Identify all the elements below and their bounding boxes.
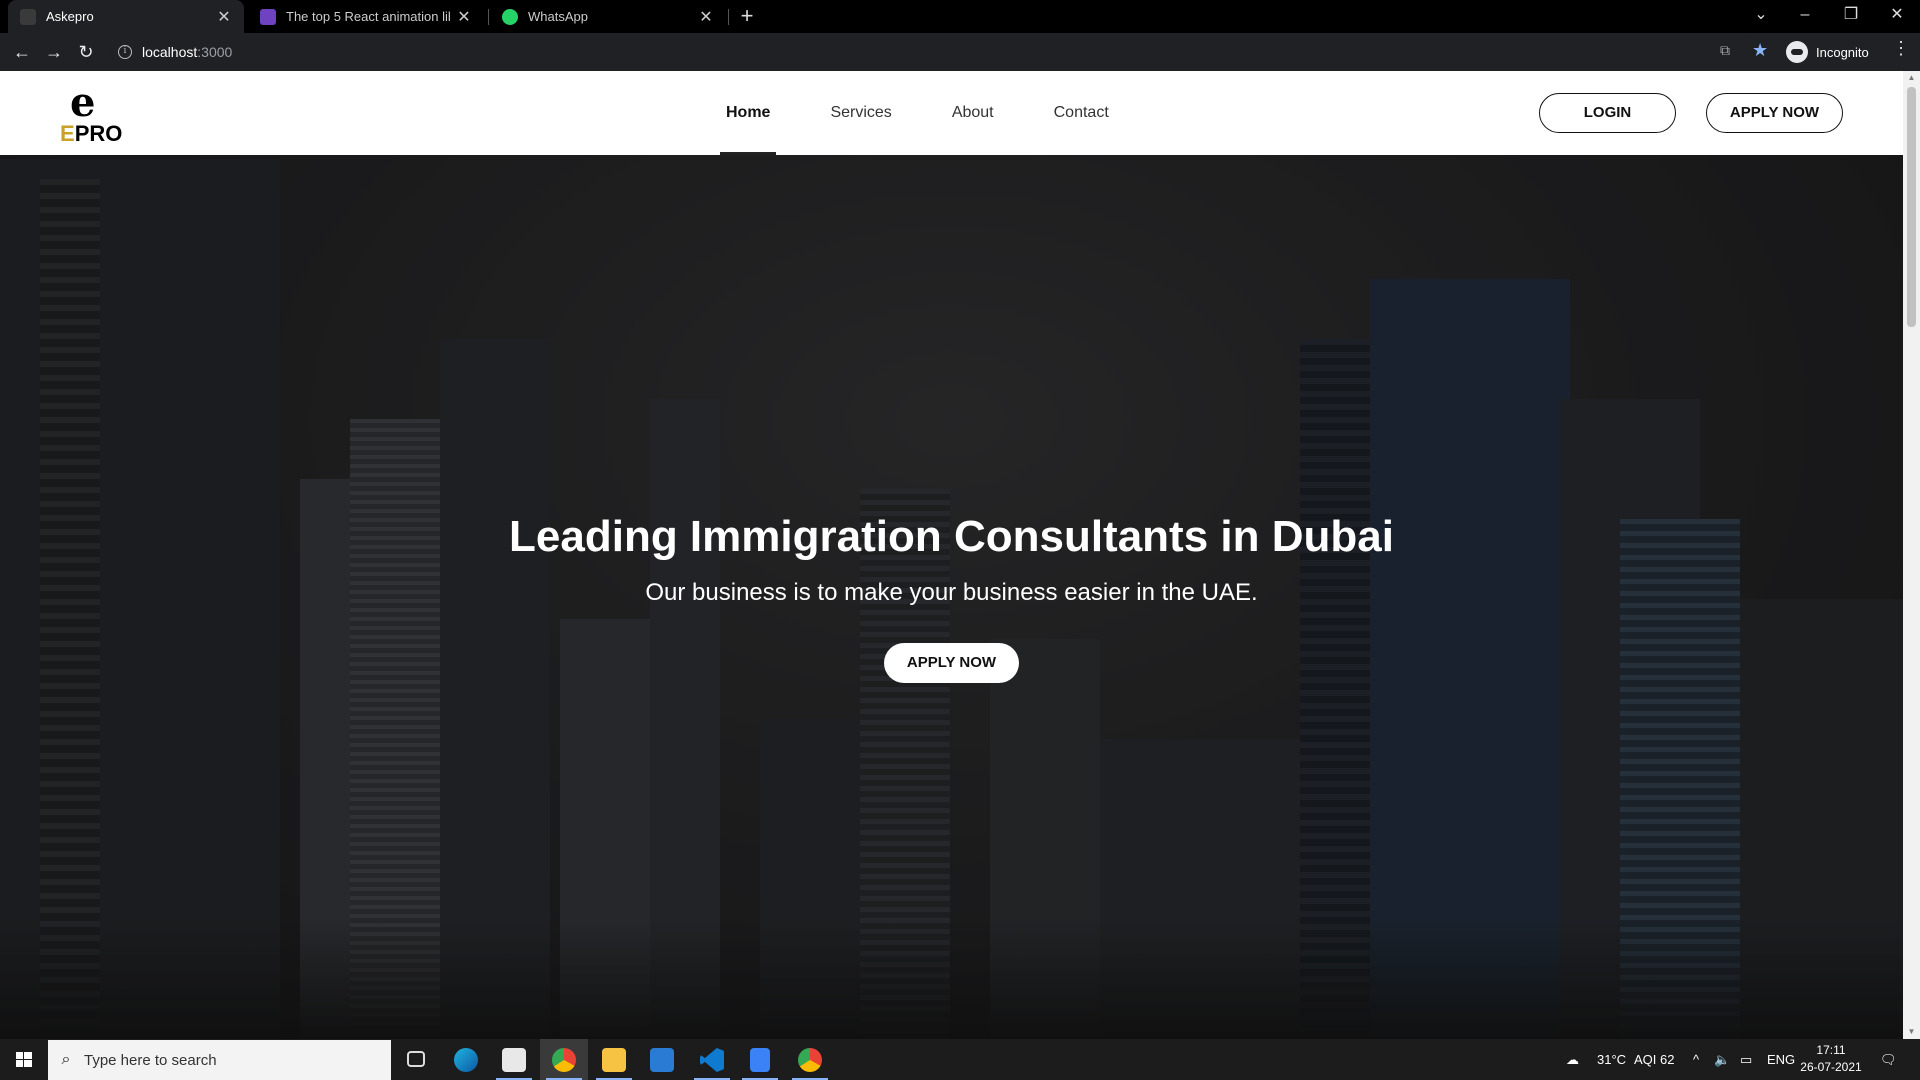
header-apply-now-button[interactable]: APPLY NOW (1706, 93, 1843, 133)
tab-divider (728, 9, 729, 25)
tab-title: The top 5 React animation librar (286, 9, 450, 24)
nav-home[interactable]: Home (720, 71, 777, 155)
windows-taskbar: ⌕ Type here to search ☁ 31°C AQI 62 ^ 🔈 … (0, 1039, 1920, 1080)
logo-text-e: E (60, 121, 75, 146)
taskbar-search-input[interactable]: ⌕ Type here to search (48, 1040, 391, 1080)
page-scrollbar[interactable]: ▲ ▼ (1903, 71, 1920, 1039)
browser-menu-icon[interactable]: ⋮ (1892, 38, 1910, 59)
network-icon[interactable]: ▭ (1740, 1039, 1752, 1080)
browser-toolbar: ← → ↻ i localhost:3000 (0, 33, 1920, 71)
new-tab-button[interactable]: + (734, 4, 760, 30)
scrollbar-thumb[interactable] (1907, 87, 1916, 327)
url-port: :3000 (197, 44, 233, 60)
store-icon[interactable] (490, 1039, 538, 1080)
scroll-up-icon[interactable]: ▲ (1907, 73, 1916, 83)
site-info-icon[interactable]: i (118, 45, 132, 59)
translate-icon[interactable]: ⧉ (1720, 42, 1730, 59)
windows-logo-icon (16, 1052, 32, 1067)
tab-title: Askepro (46, 9, 94, 24)
profile-label: Incognito (1816, 44, 1869, 60)
logo-text-pro: PRO (74, 121, 123, 146)
minimize-icon[interactable]: – (1782, 0, 1828, 33)
input-language[interactable]: ENG (1767, 1039, 1795, 1080)
start-button[interactable] (0, 1039, 48, 1080)
close-tab-icon[interactable]: ✕ (216, 7, 232, 27)
tab-whatsapp[interactable]: WhatsApp ✕ (490, 0, 726, 33)
address-url: localhost:3000 (142, 44, 232, 60)
search-icon: ⌕ (61, 1051, 71, 1068)
site-logo[interactable]: e EPRO (60, 79, 124, 147)
tab-askepro[interactable]: Askepro ✕ (8, 0, 244, 33)
nav-about[interactable]: About (946, 71, 1000, 155)
hero-section: Leading Immigration Consultants in Dubai… (0, 155, 1903, 1039)
hero-apply-now-button[interactable]: APPLY NOW (884, 643, 1019, 683)
nav-contact[interactable]: Contact (1048, 71, 1115, 155)
whatsapp-favicon-icon (502, 8, 518, 25)
address-bar[interactable]: i localhost:3000 (110, 37, 1762, 67)
document-app-icon[interactable] (736, 1039, 784, 1080)
vscode-icon[interactable] (688, 1039, 736, 1080)
clock-date: 26-07-2021 (1800, 1060, 1862, 1074)
main-nav: Home Services About Contact (720, 71, 1163, 155)
forward-arrow-icon[interactable]: → (40, 38, 68, 66)
clock-time: 17:11 (1816, 1043, 1846, 1057)
incognito-icon (1786, 41, 1808, 63)
close-tab-icon[interactable]: ✕ (456, 7, 472, 27)
search-placeholder: Type here to search (84, 1051, 217, 1069)
hero-subtitle: Our business is to make your business ea… (645, 579, 1258, 606)
task-view-icon[interactable] (392, 1039, 440, 1080)
hero-title: Leading Immigration Consultants in Dubai (509, 512, 1394, 561)
logo-text: EPRO (60, 121, 122, 147)
login-button[interactable]: LOGIN (1539, 93, 1676, 133)
tab-react-animation[interactable]: The top 5 React animation librar ✕ (248, 0, 484, 33)
tab-title: WhatsApp (528, 9, 588, 24)
nav-services[interactable]: Services (824, 71, 897, 155)
tab-search-icon[interactable]: ⌄ (1738, 0, 1784, 33)
show-hidden-icons-icon[interactable]: ^ (1693, 1039, 1699, 1080)
url-host: localhost (142, 44, 198, 60)
reload-icon[interactable]: ↻ (72, 38, 100, 66)
notifications-icon[interactable]: 🗨 (1880, 1039, 1897, 1080)
logo-mark: e (70, 79, 96, 126)
browser-tab-strip: Askepro ✕ The top 5 React animation libr… (0, 0, 1920, 33)
weather-icon[interactable]: ☁ (1566, 1039, 1579, 1080)
edge-browser-icon[interactable] (442, 1039, 490, 1080)
chrome-second-window-icon[interactable] (786, 1039, 834, 1080)
restore-icon[interactable]: ❐ (1828, 0, 1874, 33)
close-window-icon[interactable]: ✕ (1874, 0, 1920, 33)
weather-temp[interactable]: 31°C (1597, 1039, 1626, 1080)
volume-icon[interactable]: 🔈 (1714, 1039, 1730, 1080)
file-explorer-icon[interactable] (590, 1039, 638, 1080)
incognito-profile-button[interactable]: Incognito (1786, 38, 1869, 66)
askepro-favicon-icon (20, 8, 36, 25)
mail-icon[interactable] (638, 1039, 686, 1080)
tab-divider (488, 9, 489, 25)
close-tab-icon[interactable]: ✕ (698, 7, 714, 27)
system-clock[interactable]: 17:11 26-07-2021 (1796, 1042, 1866, 1076)
bookmark-star-icon[interactable]: ★ (1752, 40, 1768, 61)
chrome-icon[interactable] (540, 1039, 588, 1080)
web-page: e EPRO Home Services About Contact LOGIN… (0, 71, 1920, 1039)
back-arrow-icon[interactable]: ← (8, 38, 36, 66)
weather-aqi[interactable]: AQI 62 (1634, 1039, 1674, 1080)
site-header: e EPRO Home Services About Contact LOGIN… (0, 71, 1903, 155)
article-favicon-icon (260, 8, 276, 25)
scroll-down-icon[interactable]: ▼ (1907, 1027, 1916, 1037)
